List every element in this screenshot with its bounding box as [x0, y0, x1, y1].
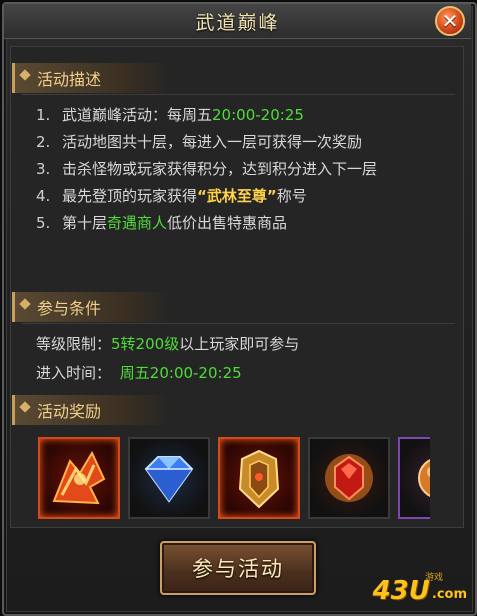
section-conditions-title: 参与条件 — [12, 292, 172, 322]
title-bar: 武道巅峰 ✕ — [4, 4, 471, 39]
section-rewards-title: 活动奖励 — [12, 395, 172, 425]
divider — [22, 94, 455, 95]
entry-time: 进入时间： 周五20:00-20:25 — [36, 364, 242, 382]
section-description-header: 活动描述 — [12, 63, 172, 93]
reward-slot[interactable] — [38, 437, 120, 519]
reward-slot[interactable] — [218, 437, 300, 519]
level-requirement: 等级限制：5转200级以上玩家即可参与 — [36, 335, 300, 353]
list-item: 3. 击杀怪物或玩家获得积分，达到积分进入下一层 — [36, 160, 378, 178]
divider — [22, 323, 455, 324]
list-item: 4. 最先登顶的玩家获得“武林至尊”称号 — [36, 187, 307, 205]
list-item: 1. 武道巅峰活动：每周五20:00-20:25 — [36, 106, 304, 124]
description-list: 1. 武道巅峰活动：每周五20:00-20:25 2. 活动地图共十层，每进入一层可… — [36, 102, 377, 237]
site-watermark: 43U .com 游戏 — [372, 573, 467, 606]
close-icon: ✕ — [441, 9, 459, 33]
reward-slot[interactable] — [308, 437, 390, 519]
reward-slot[interactable] — [398, 437, 430, 519]
section-rewards-header: 活动奖励 — [12, 395, 172, 425]
red-rune-icon — [52, 450, 106, 505]
section-description-title: 活动描述 — [12, 63, 172, 93]
orb-icon — [418, 459, 430, 497]
red-ruby-icon — [325, 454, 373, 502]
list-item: 5. 第十层奇遇商人低价出售特惠商品 — [36, 214, 288, 232]
golden-armor-icon — [238, 449, 280, 509]
close-button[interactable]: ✕ — [435, 6, 465, 36]
list-item: 2. 活动地图共十层，每进入一层可获得一次奖励 — [36, 133, 363, 151]
section-conditions-header: 参与条件 — [12, 292, 172, 322]
join-event-button[interactable]: 参与活动 — [160, 541, 316, 595]
blue-diamond-icon — [144, 456, 194, 503]
reward-list — [38, 437, 430, 519]
reward-slot[interactable] — [128, 437, 210, 519]
window-title: 武道巅峰 — [195, 11, 280, 34]
